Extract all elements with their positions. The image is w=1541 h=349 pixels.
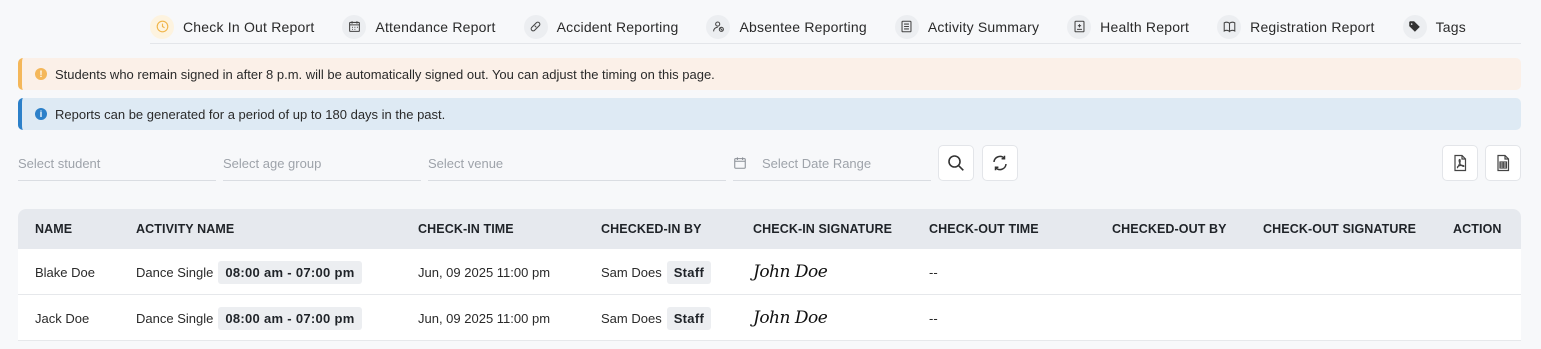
tab-label: Tags (1435, 18, 1466, 35)
tab-health-report[interactable]: Health Report (1067, 14, 1190, 39)
age-group-select[interactable]: Select age group (223, 146, 421, 181)
check-in-time: Jun, 09 2025 11:00 pm (418, 264, 551, 280)
header-check-in-time: CHECK-IN TIME (418, 222, 514, 236)
warning-icon: ! (35, 68, 47, 80)
header-check-in-signature: CHECK-IN SIGNATURE (753, 222, 893, 236)
tab-check-in-out-report[interactable]: Check In Out Report (150, 14, 315, 39)
header-name: NAME (35, 222, 73, 236)
check-out-time: -- (929, 310, 938, 326)
header-check-out-signature: CHECK-OUT SIGNATURE (1263, 222, 1417, 236)
tab-accident-reporting[interactable]: Accident Reporting (523, 14, 679, 39)
activity-cell: Dance Single 08:00 am - 07:00 pm (136, 249, 362, 295)
book-icon (1217, 14, 1242, 39)
tab-label: Activity Summary (927, 18, 1040, 35)
spreadsheet-file-icon (1494, 154, 1512, 172)
table-row: Jack Doe Dance Single 08:00 am - 07:00 p… (18, 295, 1521, 341)
header-check-out-time: CHECK-OUT TIME (929, 222, 1039, 236)
header-checked-in-by: CHECKED-IN BY (601, 222, 702, 236)
auto-signout-warning: ! Students who remain signed in after 8 … (18, 58, 1521, 90)
medical-icon (1067, 14, 1092, 39)
refresh-button[interactable] (982, 145, 1018, 181)
search-button[interactable] (938, 145, 974, 181)
calendar-icon (342, 14, 367, 39)
warning-text: Students who remain signed in after 8 p.… (55, 66, 715, 82)
export-pdf-button[interactable] (1442, 145, 1478, 181)
tag-icon (1402, 14, 1427, 39)
venue-select-placeholder: Select venue (428, 155, 504, 171)
checked-in-by-cell: Sam Does Staff (601, 249, 712, 295)
user-x-icon (706, 14, 731, 39)
tab-label: Attendance Report (375, 18, 496, 35)
check-in-time: Jun, 09 2025 11:00 pm (418, 310, 551, 326)
info-text: Reports can be generated for a period of… (55, 106, 446, 122)
check-out-time: -- (929, 264, 938, 280)
clock-icon (150, 14, 174, 39)
tab-absentee-reporting[interactable]: Absentee Reporting (706, 14, 867, 39)
table-row: Blake Doe Dance Single 08:00 am - 07:00 … (18, 249, 1521, 295)
bandage-icon (523, 14, 548, 39)
tab-label: Health Report (1100, 18, 1190, 35)
check-in-signature: John Doe (753, 262, 828, 282)
pdf-file-icon (1451, 154, 1469, 172)
role-badge: Staff (666, 306, 712, 330)
tab-label: Accident Reporting (556, 18, 679, 35)
search-icon (947, 154, 965, 172)
tab-tags[interactable]: Tags (1402, 14, 1466, 39)
time-slot-badge: 08:00 am - 07:00 pm (218, 306, 362, 330)
checked-in-by-cell: Sam Does Staff (601, 295, 712, 341)
tab-label: Absentee Reporting (739, 18, 867, 35)
activity-name: Dance Single (136, 264, 214, 280)
student-name: Blake Doe (35, 264, 95, 280)
date-range-placeholder: Select Date Range (762, 155, 872, 171)
tab-attendance-report[interactable]: Attendance Report (342, 14, 496, 39)
report-period-info: i Reports can be generated for a period … (18, 98, 1521, 130)
age-group-select-placeholder: Select age group (223, 155, 322, 171)
header-checked-out-by: CHECKED-OUT BY (1112, 222, 1227, 236)
check-in-out-table: NAME ACTIVITY NAME CHECK-IN TIME CHECKED… (18, 209, 1521, 341)
activity-name: Dance Single (136, 310, 214, 326)
activity-cell: Dance Single 08:00 am - 07:00 pm (136, 295, 362, 341)
calendar-icon (733, 156, 747, 170)
venue-select[interactable]: Select venue (428, 146, 726, 181)
refresh-icon (991, 154, 1009, 172)
student-name: Jack Doe (35, 310, 90, 326)
info-icon: i (35, 108, 47, 120)
student-select-placeholder: Select student (18, 155, 101, 171)
tab-label: Check In Out Report (183, 18, 315, 35)
checked-in-by-name: Sam Does (601, 310, 662, 326)
tab-registration-report[interactable]: Registration Report (1217, 14, 1375, 39)
role-badge: Staff (666, 260, 712, 284)
report-tabs: Check In Out Report Attendance Report Ac… (150, 10, 1521, 44)
tab-activity-summary[interactable]: Activity Summary (894, 14, 1040, 39)
header-action: ACTION (1453, 222, 1502, 236)
time-slot-badge: 08:00 am - 07:00 pm (218, 260, 362, 284)
header-activity-name: ACTIVITY NAME (136, 222, 235, 236)
check-in-signature: John Doe (753, 308, 828, 328)
list-icon (894, 14, 919, 39)
student-select[interactable]: Select student (18, 146, 216, 181)
tab-label: Registration Report (1250, 18, 1375, 35)
date-range-picker[interactable]: Select Date Range (733, 146, 931, 181)
export-excel-button[interactable] (1485, 145, 1521, 181)
checked-in-by-name: Sam Does (601, 264, 662, 280)
table-header: NAME ACTIVITY NAME CHECK-IN TIME CHECKED… (18, 209, 1521, 249)
